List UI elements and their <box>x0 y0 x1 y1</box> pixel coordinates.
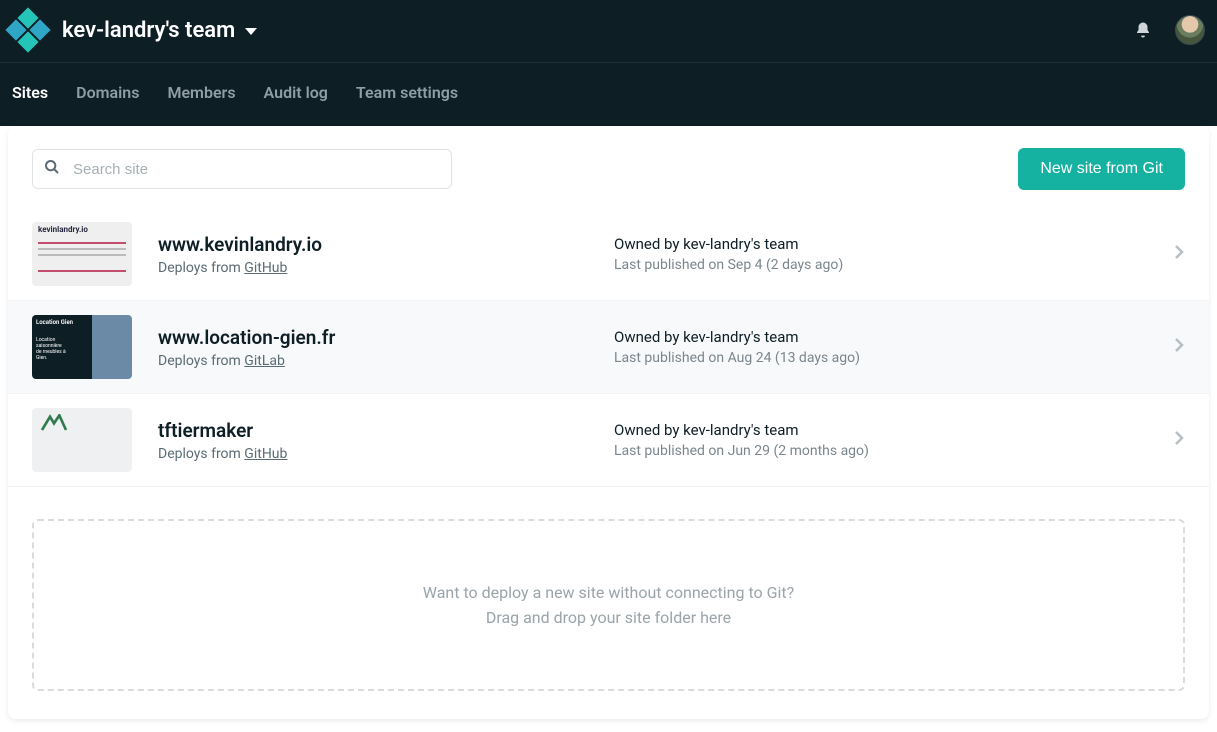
site-main-col: www.kevinlandry.io Deploys from GitHub <box>158 233 588 276</box>
site-meta-col: Owned by kev-landry's team Last published… <box>614 328 1147 366</box>
team-selector[interactable]: kev-landry's team <box>62 18 257 43</box>
site-main-col: tftiermaker Deploys from GitHub <box>158 419 588 462</box>
site-meta-col: Owned by kev-landry's team Last published… <box>614 235 1147 273</box>
tab-sites[interactable]: Sites <box>12 83 48 102</box>
chevron-right-icon <box>1173 244 1185 264</box>
app-header: kev-landry's team Sites Domains Members Aud… <box>0 0 1217 126</box>
site-last-published: Last published on Jun 29 (2 months ago) <box>614 443 1147 459</box>
deploy-source-link[interactable]: GitHub <box>244 446 287 462</box>
chevron-down-icon <box>245 28 257 35</box>
tab-audit-log[interactable]: Audit log <box>264 83 328 102</box>
search-input[interactable] <box>32 149 452 189</box>
site-row[interactable]: www.kevinlandry.io Deploys from GitHub Own… <box>8 208 1209 301</box>
dropzone-line2: Drag and drop your site folder here <box>486 608 731 627</box>
site-row[interactable]: tftiermaker Deploys from GitHub Owned by k… <box>8 394 1209 487</box>
panel-toolbar: New site from Git <box>8 148 1209 208</box>
site-deploy-source: Deploys from GitLab <box>158 353 588 369</box>
chevron-right-icon <box>1173 430 1185 450</box>
site-meta-col: Owned by kev-landry's team Last published… <box>614 421 1147 459</box>
notifications-button[interactable] <box>1125 12 1161 48</box>
site-last-published: Last published on Sep 4 (2 days ago) <box>614 257 1147 273</box>
site-main-col: www.location-gien.fr Deploys from GitLab <box>158 326 588 369</box>
topbar: kev-landry's team <box>0 0 1217 63</box>
team-name: kev-landry's team <box>62 18 235 43</box>
search-wrap <box>32 149 452 189</box>
avatar[interactable] <box>1175 15 1205 45</box>
tab-members[interactable]: Members <box>167 83 235 102</box>
tab-team-settings[interactable]: Team settings <box>356 83 458 102</box>
deploy-source-link[interactable]: GitLab <box>244 353 285 369</box>
site-row[interactable]: www.location-gien.fr Deploys from GitLab O… <box>8 301 1209 394</box>
site-deploy-source: Deploys from GitHub <box>158 446 588 462</box>
site-owner: Owned by kev-landry's team <box>614 328 1147 346</box>
site-name: tftiermaker <box>158 419 588 442</box>
netlify-logo-icon[interactable] <box>5 7 50 52</box>
sites-panel: New site from Git www.kevinlandry.io Depl… <box>8 126 1209 719</box>
chevron-right-icon <box>1173 337 1185 357</box>
new-site-from-git-button[interactable]: New site from Git <box>1018 148 1185 190</box>
site-thumbnail <box>32 408 132 472</box>
deploy-source-link[interactable]: GitHub <box>244 260 287 276</box>
site-owner: Owned by kev-landry's team <box>614 421 1147 439</box>
site-thumbnail <box>32 315 132 379</box>
tab-domains[interactable]: Domains <box>76 83 139 102</box>
primary-tabs: Sites Domains Members Audit log Team setting… <box>0 63 1217 126</box>
dropzone-line1: Want to deploy a new site without connec… <box>423 583 794 602</box>
site-name: www.kevinlandry.io <box>158 233 588 256</box>
site-name: www.location-gien.fr <box>158 326 588 349</box>
site-last-published: Last published on Aug 24 (13 days ago) <box>614 350 1147 366</box>
search-icon <box>44 159 60 179</box>
site-deploy-source: Deploys from GitHub <box>158 260 588 276</box>
dropzone[interactable]: Want to deploy a new site without connec… <box>32 519 1185 691</box>
site-list: www.kevinlandry.io Deploys from GitHub Own… <box>8 208 1209 487</box>
bell-icon <box>1134 21 1152 39</box>
site-owner: Owned by kev-landry's team <box>614 235 1147 253</box>
site-thumbnail <box>32 222 132 286</box>
